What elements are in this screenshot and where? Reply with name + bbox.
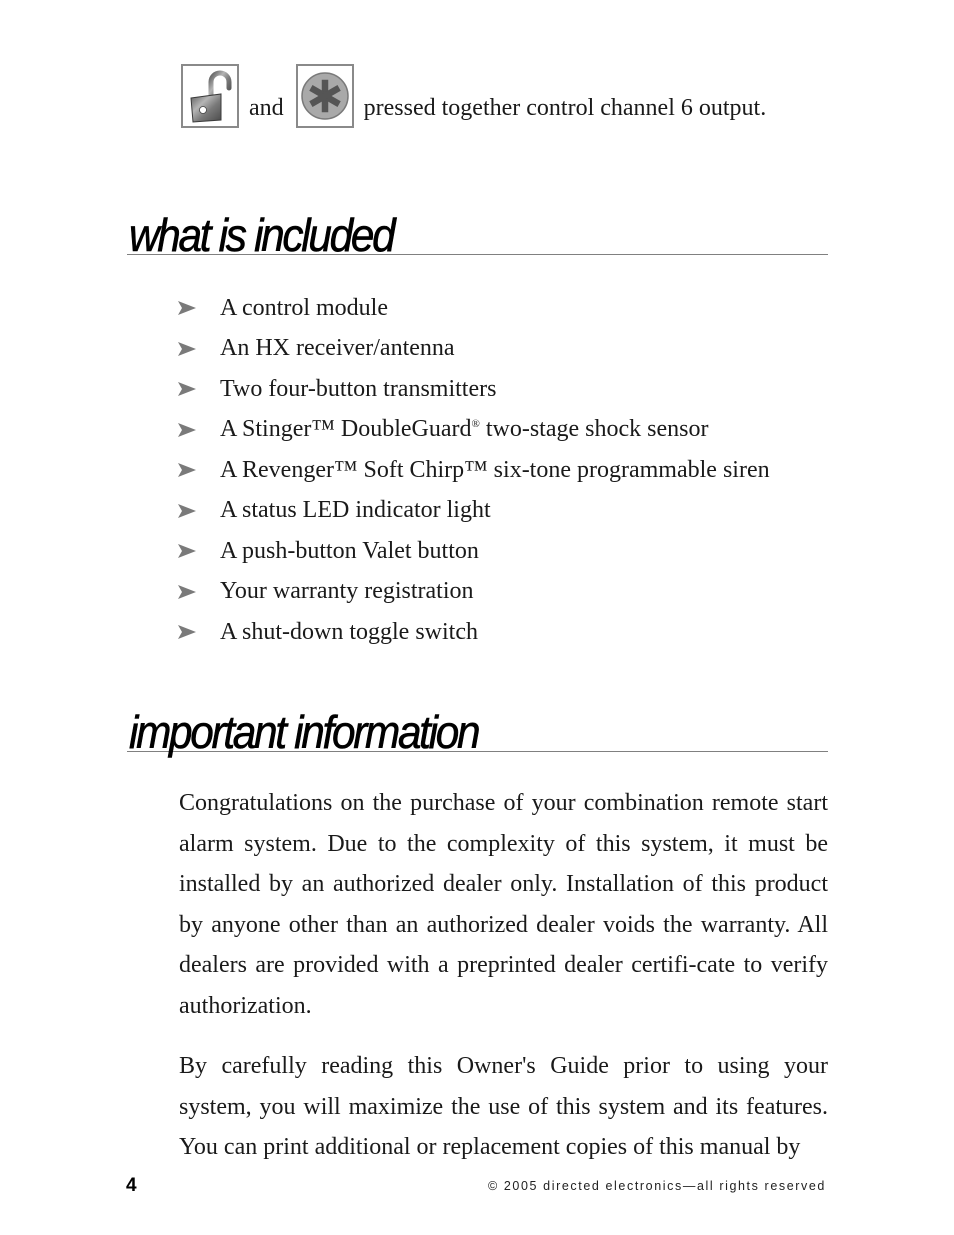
list-item-text: A Revenger™ Soft Chirp™ six-tone program… xyxy=(220,456,770,483)
list-item: An HX receiver/antenna xyxy=(178,329,770,370)
arrow-bullet-icon xyxy=(178,463,220,478)
list-item: A status LED indicator light xyxy=(178,491,770,532)
list-item: A push-button Valet button xyxy=(178,531,770,572)
arrow-bullet-icon xyxy=(178,625,220,640)
list-item-text: Your warranty registration xyxy=(220,578,474,605)
section-title: important information xyxy=(129,706,481,758)
unlock-icon xyxy=(190,70,232,123)
arrow-bullet-icon xyxy=(178,382,220,397)
asterisk-button-image xyxy=(295,64,354,128)
list-item-text: A push-button Valet button xyxy=(220,537,479,564)
list-item: Your warranty registration xyxy=(178,572,770,613)
list-item: A control module xyxy=(178,288,770,329)
copyright-notice: © 2005 directed electronics—all rights r… xyxy=(487,1179,826,1193)
list-item: A Stinger™ DoubleGuard® two-stage shock … xyxy=(178,410,770,451)
paragraph-authorized-dealer: Congratulations on the purchase of your … xyxy=(179,790,828,1019)
section-heading-what-is-included: what is included xyxy=(127,202,828,261)
list-item-text: A control module xyxy=(220,294,388,321)
list-item: Two four-button transmitters xyxy=(178,369,770,410)
list-item-text: Two four-button transmitters xyxy=(220,375,497,402)
and-text: and xyxy=(249,95,284,121)
arrow-bullet-icon xyxy=(178,341,220,356)
list-item-text: A status LED indicator light xyxy=(220,497,491,524)
included-items-list: A control module An HX receiver/antenna … xyxy=(178,288,770,653)
unlock-button-image xyxy=(181,64,239,128)
text-part: two-stage shock sensor xyxy=(479,416,709,443)
arrow-bullet-icon xyxy=(178,544,220,559)
list-item-text: An HX receiver/antenna xyxy=(220,335,455,362)
asterisk-icon xyxy=(300,72,349,120)
section-title: what is included xyxy=(129,209,396,261)
section-heading-important-information: important information xyxy=(127,699,828,758)
list-item-text: A Stinger™ DoubleGuard® two-stage shock … xyxy=(220,416,708,443)
list-item: A shut-down toggle switch xyxy=(178,612,770,653)
intro-line: and pressed together control channel 6 o… xyxy=(181,62,766,128)
paragraph-owners-guide: By carefully reading this Owner's Guide … xyxy=(179,1053,828,1160)
arrow-bullet-icon xyxy=(178,301,220,316)
arrow-bullet-icon xyxy=(178,584,220,599)
list-item: A Revenger™ Soft Chirp™ six-tone program… xyxy=(178,450,770,491)
arrow-bullet-icon xyxy=(178,503,220,518)
text-part: A Stinger™ DoubleGuard xyxy=(220,416,472,443)
arrow-bullet-icon xyxy=(178,422,220,437)
list-item-text: A shut-down toggle switch xyxy=(220,618,478,645)
intro-description: pressed together control channel 6 outpu… xyxy=(363,95,767,121)
registered-mark: ® xyxy=(471,418,480,431)
page-number: 4 xyxy=(126,1175,137,1196)
